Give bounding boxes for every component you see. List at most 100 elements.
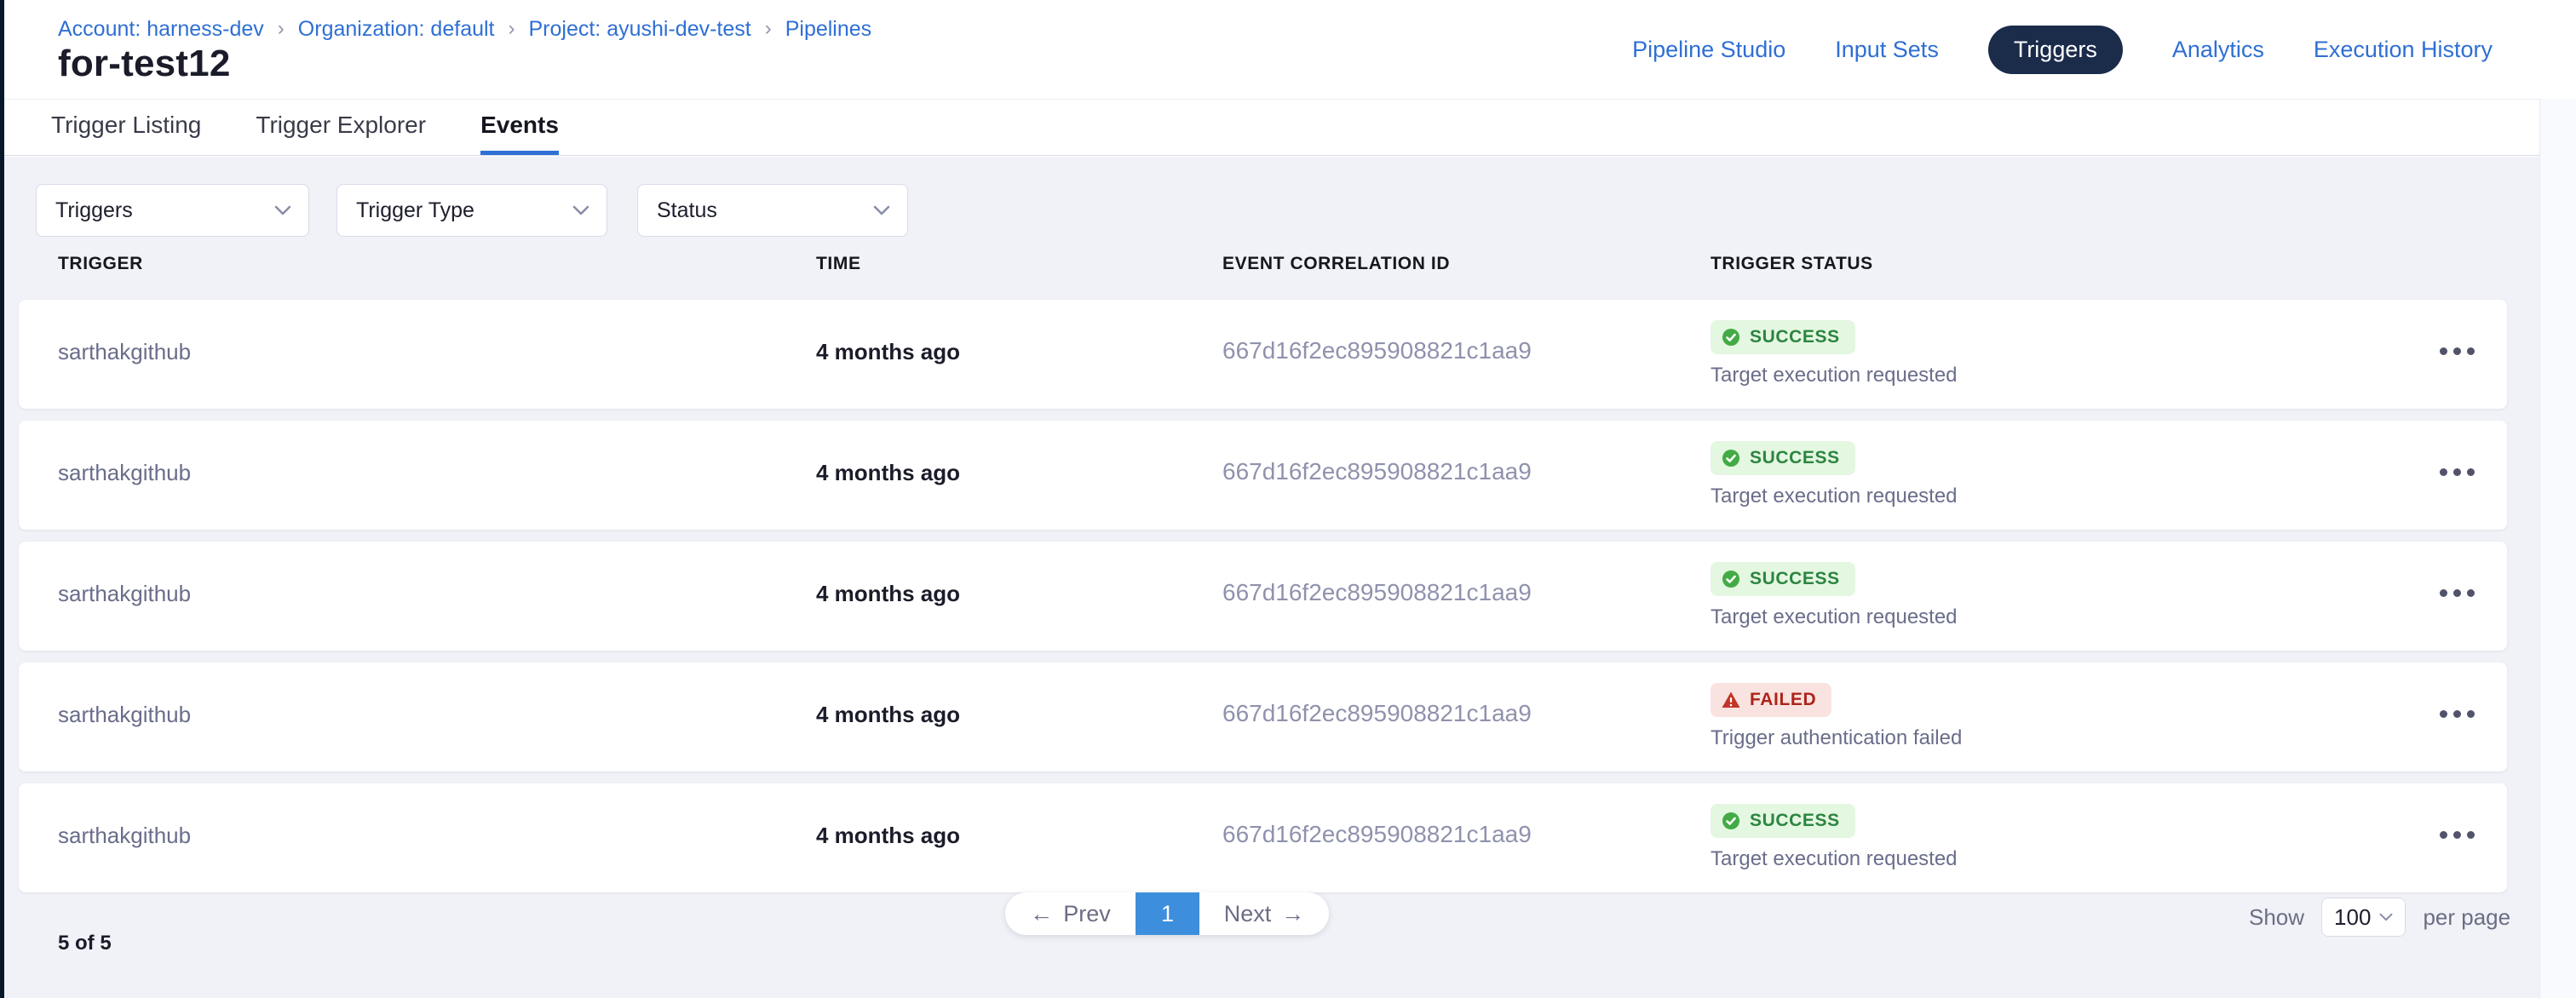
event-correlation-id: 667d16f2ec895908821c1aa9	[1222, 337, 1532, 364]
trigger-name: sarthakgithub	[58, 823, 191, 849]
column-header-event-correlation-id: EVENT CORRELATION ID	[1222, 254, 1450, 274]
pagination-control: ← Prev 1 Next →	[1005, 892, 1329, 935]
status-badge-label: SUCCESS	[1750, 811, 1840, 831]
row-menu-button[interactable]	[2433, 462, 2481, 483]
row-menu-button[interactable]	[2433, 582, 2481, 604]
page-size-control: Show 100 per page	[2249, 898, 2510, 937]
triggers-filter-dropdown[interactable]: Triggers	[36, 184, 309, 237]
event-row: sarthakgithub 4 months ago 667d16f2ec895…	[19, 783, 2507, 892]
dot-icon	[2453, 831, 2461, 839]
status-badge-success: SUCCESS	[1711, 441, 1855, 475]
current-page-button[interactable]: 1	[1136, 892, 1199, 935]
warning-triangle-icon	[1721, 690, 1741, 710]
column-header-time: TIME	[816, 254, 861, 274]
status-badge-label: SUCCESS	[1750, 327, 1840, 347]
event-row: sarthakgithub 4 months ago 667d16f2ec895…	[19, 421, 2507, 530]
status-filter-dropdown[interactable]: Status	[637, 184, 908, 237]
status-detail: Target execution requested	[1711, 485, 1958, 508]
chevron-down-icon	[873, 205, 890, 215]
event-row: sarthakgithub 4 months ago 667d16f2ec895…	[19, 300, 2507, 409]
breadcrumb-organization[interactable]: Organization: default	[298, 17, 495, 42]
trigger-status-cell: SUCCESS Target execution requested	[1711, 804, 1958, 871]
trigger-status-cell: SUCCESS Target execution requested	[1711, 441, 1958, 508]
status-badge-label: FAILED	[1750, 690, 1816, 710]
dot-icon	[2467, 710, 2475, 718]
column-header-trigger-status: TRIGGER STATUS	[1711, 254, 1873, 274]
nav-input-sets[interactable]: Input Sets	[1835, 37, 1939, 63]
check-circle-icon	[1721, 569, 1741, 589]
page-header: Account: harness-dev › Organization: def…	[4, 0, 2576, 99]
dot-icon	[2440, 589, 2447, 597]
breadcrumb-account[interactable]: Account: harness-dev	[58, 17, 264, 42]
scrollbar-track[interactable]	[2539, 99, 2576, 998]
nav-pipeline-studio[interactable]: Pipeline Studio	[1632, 37, 1785, 63]
event-time: 4 months ago	[816, 339, 960, 365]
trigger-type-filter-dropdown[interactable]: Trigger Type	[336, 184, 607, 237]
breadcrumb-pipelines[interactable]: Pipelines	[785, 17, 871, 42]
status-filter-label: Status	[657, 198, 717, 223]
dot-icon	[2440, 468, 2447, 476]
nav-triggers-active[interactable]: Triggers	[1988, 26, 2123, 74]
trigger-status-cell: SUCCESS Target execution requested	[1711, 320, 1958, 387]
event-correlation-id: 667d16f2ec895908821c1aa9	[1222, 821, 1532, 848]
event-time: 4 months ago	[816, 460, 960, 486]
dot-icon	[2467, 347, 2475, 355]
dot-icon	[2453, 468, 2461, 476]
trigger-type-filter-label: Trigger Type	[356, 198, 474, 223]
chevron-down-icon	[2379, 913, 2393, 921]
status-detail: Target execution requested	[1711, 364, 1958, 387]
results-count: 5 of 5	[58, 932, 112, 955]
prev-page-button[interactable]: ← Prev	[1005, 892, 1136, 935]
status-detail: Target execution requested	[1711, 847, 1958, 871]
trigger-status-cell: FAILED Trigger authentication failed	[1711, 683, 1962, 750]
row-menu-button[interactable]	[2433, 703, 2481, 725]
next-page-button[interactable]: Next →	[1199, 892, 1329, 935]
row-menu-button[interactable]	[2433, 341, 2481, 362]
status-badge-success: SUCCESS	[1711, 320, 1855, 354]
trigger-tabs: Trigger Listing Trigger Explorer Events	[4, 99, 2539, 156]
dot-icon	[2467, 589, 2475, 597]
triggers-filter-label: Triggers	[55, 198, 133, 223]
nav-analytics[interactable]: Analytics	[2172, 37, 2264, 63]
event-row: sarthakgithub 4 months ago 667d16f2ec895…	[19, 542, 2507, 651]
check-circle-icon	[1721, 327, 1741, 347]
chevron-right-icon: ›	[765, 17, 772, 41]
trigger-name: sarthakgithub	[58, 581, 191, 607]
event-time: 4 months ago	[816, 823, 960, 849]
breadcrumb-project[interactable]: Project: ayushi-dev-test	[529, 17, 751, 42]
dot-icon	[2440, 347, 2447, 355]
dot-icon	[2467, 831, 2475, 839]
event-correlation-id: 667d16f2ec895908821c1aa9	[1222, 458, 1532, 485]
column-header-trigger: TRIGGER	[58, 254, 143, 274]
tab-trigger-listing[interactable]: Trigger Listing	[51, 100, 201, 155]
dot-icon	[2440, 831, 2447, 839]
tab-trigger-explorer[interactable]: Trigger Explorer	[256, 100, 426, 155]
event-correlation-id: 667d16f2ec895908821c1aa9	[1222, 700, 1532, 727]
prev-label: Prev	[1063, 901, 1111, 927]
row-menu-button[interactable]	[2433, 824, 2481, 846]
dot-icon	[2453, 710, 2461, 718]
tab-events[interactable]: Events	[480, 100, 559, 155]
status-detail: Target execution requested	[1711, 605, 1958, 629]
chevron-right-icon: ›	[509, 17, 515, 41]
event-time: 4 months ago	[816, 702, 960, 728]
status-badge-failed: FAILED	[1711, 683, 1831, 717]
dot-icon	[2453, 347, 2461, 355]
trigger-name: sarthakgithub	[58, 460, 191, 486]
nav-execution-history[interactable]: Execution History	[2314, 37, 2493, 63]
status-detail: Trigger authentication failed	[1711, 726, 1962, 750]
dot-icon	[2440, 710, 2447, 718]
chevron-down-icon	[274, 205, 291, 215]
dot-icon	[2467, 468, 2475, 476]
arrow-right-icon: →	[1281, 901, 1304, 927]
pipeline-nav: Pipeline Studio Input Sets Triggers Anal…	[1632, 26, 2493, 74]
sidebar-edge	[0, 0, 4, 998]
page-size-select[interactable]: 100	[2321, 898, 2406, 937]
status-badge-success: SUCCESS	[1711, 804, 1855, 838]
event-time: 4 months ago	[816, 581, 960, 607]
next-label: Next	[1224, 901, 1272, 927]
per-page-label: per page	[2423, 904, 2510, 931]
check-circle-icon	[1721, 448, 1741, 468]
status-badge-success: SUCCESS	[1711, 562, 1855, 596]
event-row: sarthakgithub 4 months ago 667d16f2ec895…	[19, 662, 2507, 771]
